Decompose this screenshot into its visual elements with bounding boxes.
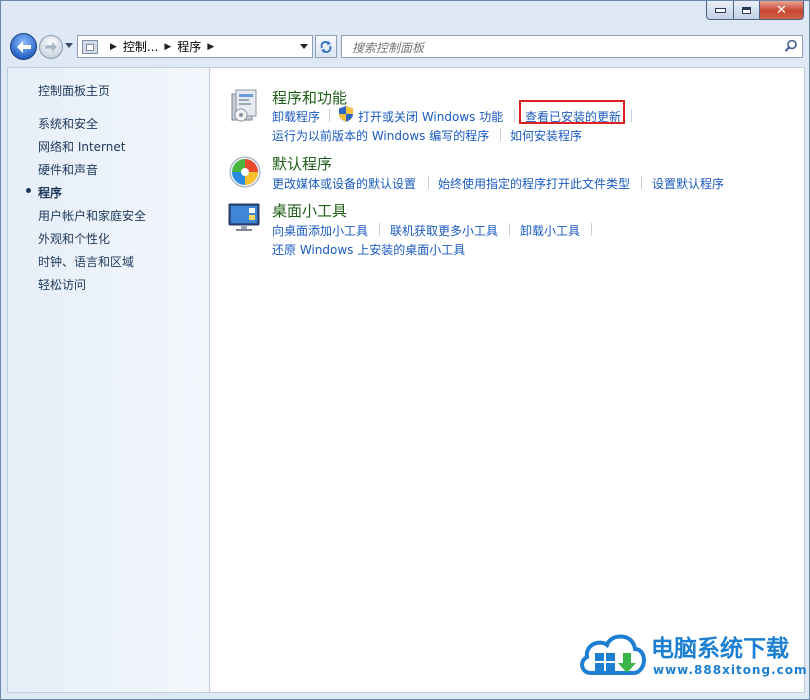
maximize-icon [742,6,751,14]
task-uninstall-gadget[interactable]: 卸载小工具 [520,222,580,239]
navigation-bar: ▶ 控制... ▶ 程序 ▶ [7,31,803,61]
maximize-button[interactable] [734,1,760,20]
sidebar-item-appearance[interactable]: 外观和个性化 [38,230,110,247]
uac-shield-icon [339,106,353,122]
address-bar[interactable]: ▶ 控制... ▶ 程序 ▶ [77,35,313,58]
sidebar-item-clock-language-region[interactable]: 时钟、语言和区域 [38,253,134,270]
task-get-more-gadgets[interactable]: 联机获取更多小工具 [390,222,498,239]
refresh-icon [320,40,332,53]
task-separator [379,223,380,236]
explorer-window: ✕ ▶ 控制... ▶ 程序 ▶ 搜索控制面板 控制面板主页 系统和安全 网络和… [0,0,810,700]
search-input[interactable] [350,37,794,58]
task-set-default-programs[interactable]: 设置默认程序 [652,175,724,192]
forward-arrow-icon [45,42,57,52]
category-title-programs-features[interactable]: 程序和功能 [272,87,347,108]
task-separator [631,109,632,122]
minimize-button[interactable] [706,1,734,20]
main-content-pane: 程序和功能 卸载程序 打开或关闭 Windows 功能 查看已安装的更新 运行为… [209,67,805,693]
cloud-logo-icon [580,634,646,675]
search-box[interactable] [341,35,803,58]
breadcrumb-control-panel[interactable]: 控制... [123,38,158,55]
back-arrow-icon [16,40,31,53]
task-separator [428,176,429,189]
task-separator [641,176,642,189]
task-run-older-programs[interactable]: 运行为以前版本的 Windows 编写的程序 [272,127,489,144]
task-change-media-defaults[interactable]: 更改媒体或设备的默认设置 [272,175,416,192]
breadcrumb-separator-icon[interactable]: ▶ [207,42,214,52]
search-icon[interactable] [784,39,798,53]
address-dropdown-icon[interactable] [300,44,308,49]
back-button[interactable] [10,33,37,60]
task-separator [500,128,501,141]
task-separator [591,223,592,236]
caption-buttons: ✕ [706,1,804,21]
close-button[interactable]: ✕ [760,1,804,20]
sidebar-item-hardware-sound[interactable]: 硬件和声音 [38,161,98,178]
watermark: 电脑系统下载 www.888xitong.com [577,625,806,691]
programs-features-icon[interactable] [228,88,262,124]
category-title-desktop-gadgets[interactable]: 桌面小工具 [272,200,347,221]
recent-pages-dropdown[interactable] [65,43,73,48]
control-panel-folder-icon [82,39,98,54]
task-uninstall-program[interactable]: 卸载程序 [272,108,320,125]
highlight-box [519,100,625,124]
breadcrumb-separator-icon[interactable]: ▶ [164,42,171,52]
default-programs-icon[interactable] [229,156,261,188]
task-add-gadgets[interactable]: 向桌面添加小工具 [272,222,368,239]
watermark-url: www.888xitong.com [653,663,808,677]
sidebar-item-system-security[interactable]: 系统和安全 [38,115,98,132]
task-separator [329,109,330,122]
refresh-button[interactable] [315,35,337,58]
desktop-gadgets-icon[interactable] [228,202,262,234]
forward-button[interactable] [39,35,63,59]
watermark-title: 电脑系统下载 [651,636,789,662]
task-separator [514,109,515,122]
close-icon: ✕ [776,2,787,18]
sidebar-item-user-accounts[interactable]: 用户帐户和家庭安全 [38,207,146,224]
breadcrumb-separator-icon[interactable]: ▶ [110,42,117,52]
category-title-default-programs[interactable]: 默认程序 [272,153,332,174]
breadcrumb-programs[interactable]: 程序 [177,38,201,55]
task-separator [509,223,510,236]
task-always-use-program[interactable]: 始终使用指定的程序打开此文件类型 [438,175,630,192]
current-item-bullet-icon [26,188,31,193]
task-turn-windows-features[interactable]: 打开或关闭 Windows 功能 [358,108,503,125]
sidebar-item-programs[interactable]: 程序 [38,184,62,201]
sidebar-item-control-panel-home[interactable]: 控制面板主页 [38,82,110,99]
minimize-icon [714,7,726,13]
left-navigation-pane: 控制面板主页 系统和安全 网络和 Internet 硬件和声音 程序 用户帐户和… [7,67,209,693]
sidebar-item-ease-of-access[interactable]: 轻松访问 [38,276,86,293]
task-restore-gadgets[interactable]: 还原 Windows 上安装的桌面小工具 [272,241,465,258]
task-how-to-install[interactable]: 如何安装程序 [510,127,582,144]
sidebar-item-network-internet[interactable]: 网络和 Internet [38,138,125,155]
